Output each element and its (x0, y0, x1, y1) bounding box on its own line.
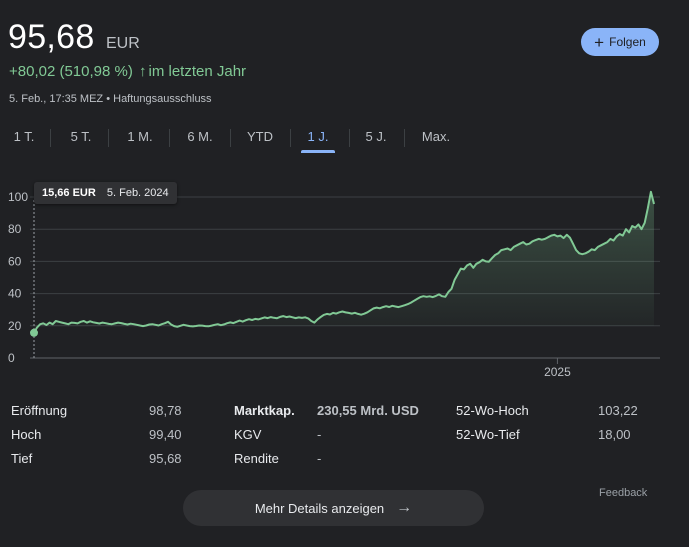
stat-label-52w-high: 52-Wo-Hoch (456, 403, 529, 418)
change-period: im letzten Jahr (148, 63, 247, 80)
stat-value-dividend-yield: - (317, 451, 322, 466)
x-tick-label: 2025 (544, 365, 571, 379)
tooltip-date: 5. Feb. 2024 (106, 187, 169, 199)
y-tick-label: 20 (8, 319, 22, 333)
tab-5-days[interactable]: 5 T. (68, 123, 94, 153)
price-chart[interactable]: 0 20 40 60 80 100 2025 (0, 180, 689, 380)
currency-label: EUR (106, 35, 140, 52)
arrow-up-icon: ↑ (139, 63, 147, 80)
hover-point (30, 328, 38, 337)
follow-button-label: Folgen (609, 35, 646, 49)
stat-value-pe-ratio: - (317, 427, 322, 442)
stat-label-low: Tief (11, 451, 33, 466)
stat-label-open: Eröffnung (11, 403, 68, 418)
change-value: +80,02 (510,98 %) (9, 63, 133, 80)
tooltip-price: 15,66 EUR (42, 187, 96, 199)
y-tick-label: 0 (8, 351, 15, 365)
stat-value-high: 99,40 (149, 427, 182, 442)
stat-label-high: Hoch (11, 427, 42, 442)
timestamp-disclaimer[interactable]: 5. Feb., 17:35 MEZ • Haftungsausschluss (9, 93, 212, 105)
plus-icon: + (594, 32, 605, 52)
stat-value-52w-low: 18,00 (598, 427, 631, 442)
stat-label-52w-low: 52-Wo-Tief (456, 427, 520, 442)
arrow-right-icon: → (396, 499, 413, 516)
tab-1-month[interactable]: 1 M. (125, 123, 155, 153)
stat-value-open: 98,78 (149, 403, 182, 418)
y-tick-label: 80 (8, 222, 22, 236)
stat-label-dividend-yield: Rendite (234, 451, 279, 466)
tab-5-years[interactable]: 5 J. (363, 123, 389, 153)
follow-button[interactable]: + Folgen (581, 28, 659, 56)
stock-price: 95,68 (8, 18, 95, 56)
tab-1-day[interactable]: 1 T. (12, 123, 36, 153)
tab-1-year[interactable]: 1 J. (301, 123, 335, 153)
tab-ytd[interactable]: YTD (245, 123, 275, 153)
chart-tooltip: 15,66 EUR 5. Feb. 2024 (34, 182, 177, 204)
stat-value-market-cap: 230,55 Mrd. USD (317, 403, 419, 418)
stat-value-52w-high: 103,22 (598, 403, 638, 418)
stat-label-market-cap: Marktkap. (234, 403, 295, 418)
tab-6-months[interactable]: 6 M. (185, 123, 215, 153)
y-tick-label: 60 (8, 254, 22, 268)
more-details-button[interactable]: Mehr Details anzeigen → (183, 490, 484, 526)
price-change: +80,02 (510,98 %) ↑ im letzten Jahr (9, 63, 246, 80)
stat-label-pe-ratio: KGV (234, 427, 262, 442)
more-details-label: Mehr Details anzeigen (254, 500, 385, 516)
tab-max[interactable]: Max. (420, 123, 452, 153)
time-range-tabs: 1 T. 5 T. 1 M. 6 M. YTD 1 J. 5 J. Max. (0, 123, 689, 153)
y-tick-label: 40 (8, 287, 22, 301)
y-tick-label: 100 (8, 190, 28, 204)
stat-value-low: 95,68 (149, 451, 182, 466)
feedback-link[interactable]: Feedback (599, 487, 647, 499)
